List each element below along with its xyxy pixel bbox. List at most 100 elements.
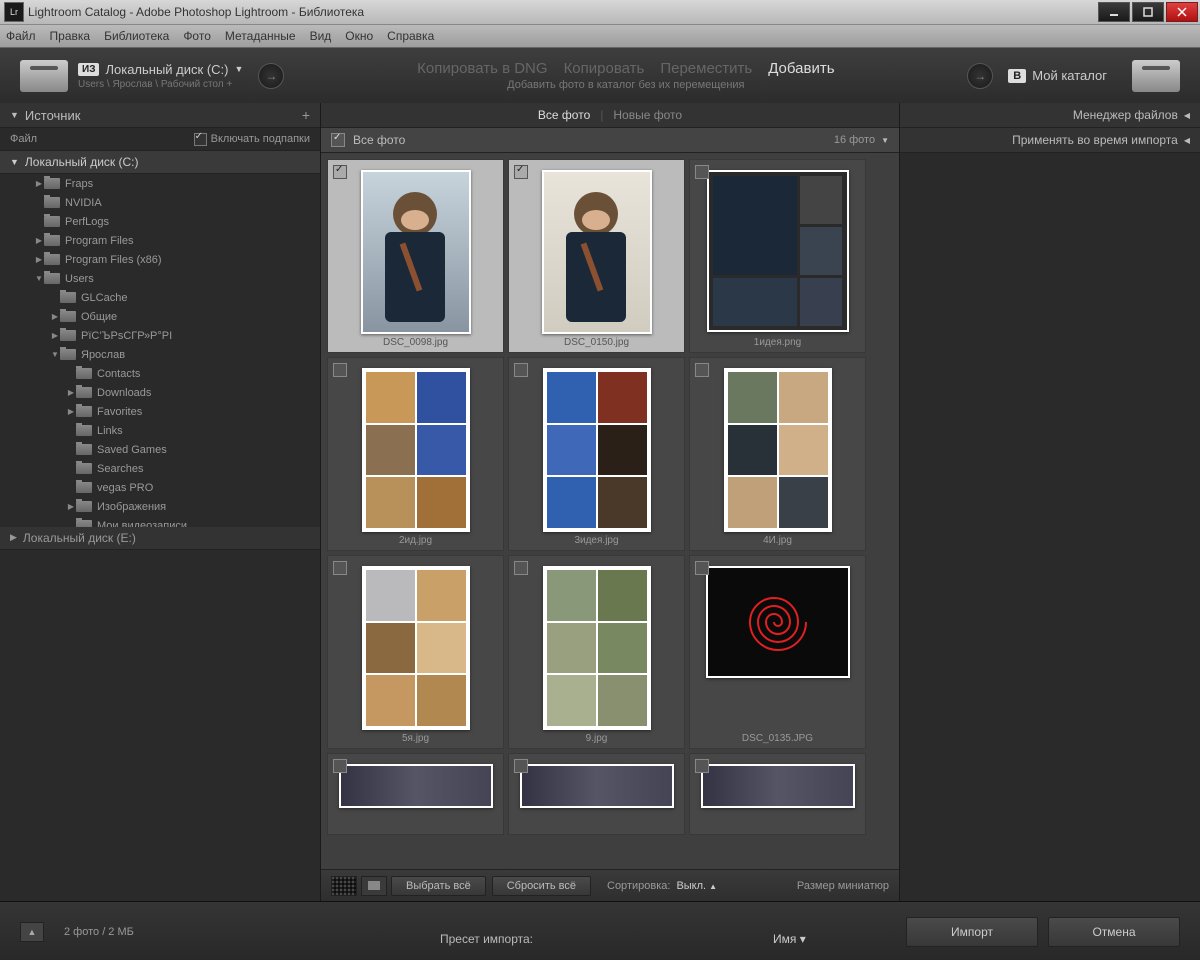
thumbnail-filename: 1идея.png — [690, 337, 865, 348]
folder-tree-item[interactable]: ▶Fraps — [0, 174, 320, 193]
status-text: 2 фото / 2 МБ — [64, 926, 134, 938]
thumbnail-size-label: Размер миниатюр — [797, 880, 889, 892]
folder-tree-item[interactable]: ▶Общие — [0, 307, 320, 326]
import-mode-option[interactable]: Добавить — [768, 60, 834, 77]
menu-item[interactable]: Окно — [345, 29, 373, 43]
folder-tree-item[interactable]: NVIDIA — [0, 193, 320, 212]
thumbnail-checkbox[interactable] — [514, 561, 528, 575]
thumbnail-cell[interactable]: DSC_0098.jpg — [327, 159, 504, 353]
grid-toolbar: Выбрать всё Сбросить всё Сортировка: Вык… — [321, 869, 899, 902]
grid-view-icon[interactable] — [331, 876, 357, 896]
thumbnail-cell[interactable]: 5я.jpg — [327, 555, 504, 749]
apply-during-import-header[interactable]: Применять во время импорта◀ — [900, 128, 1200, 153]
menu-item[interactable]: Вид — [310, 29, 332, 43]
loupe-view-icon[interactable] — [361, 876, 387, 896]
expand-button[interactable]: ▲ — [20, 922, 44, 942]
add-source-icon[interactable]: + — [302, 107, 310, 123]
destination-selector[interactable]: В Мой каталог — [1008, 68, 1107, 83]
thumbnail-filename: 3идея.jpg — [509, 535, 684, 546]
thumbnail-cell[interactable]: 3идея.jpg — [508, 357, 685, 551]
thumbnail-cell[interactable]: 2ид.jpg — [327, 357, 504, 551]
tab-all-photos[interactable]: Все фото — [538, 108, 590, 122]
import-mode-option[interactable]: Копировать в DNG — [417, 60, 547, 77]
source-drive-icon — [20, 60, 68, 92]
sort-label: Сортировка: — [607, 880, 670, 892]
import-button[interactable]: Импорт — [906, 917, 1038, 947]
footer: ▲ 2 фото / 2 МБ Пресет импорта: Имя ▾ Им… — [0, 901, 1200, 960]
menu-item[interactable]: Библиотека — [104, 29, 169, 43]
folder-tree-item[interactable]: Мои видеозаписи — [0, 516, 320, 527]
to-badge: В — [1008, 69, 1026, 83]
thumbnail-cell[interactable]: 4И.jpg — [689, 357, 866, 551]
include-subfolders-row[interactable]: Файл Включать подпапки — [0, 128, 320, 151]
folder-tree-item[interactable]: vegas PRO — [0, 478, 320, 497]
menu-item[interactable]: Файл — [6, 29, 36, 43]
menubar: Файл Правка Библиотека Фото Метаданные Вид Окн… — [0, 25, 1200, 48]
thumbnail-checkbox[interactable] — [514, 759, 528, 773]
folder-tree-item[interactable]: ▶Изображения — [0, 497, 320, 516]
minimize-button[interactable] — [1098, 2, 1130, 22]
thumbnail-checkbox[interactable] — [333, 165, 347, 179]
close-button[interactable] — [1166, 2, 1198, 22]
thumbnail-filename: DSC_0150.jpg — [509, 337, 684, 348]
thumbnail-checkbox[interactable] — [695, 165, 709, 179]
tab-new-photos[interactable]: Новые фото — [613, 108, 682, 122]
folder-tree-item[interactable]: ▶Favorites — [0, 402, 320, 421]
folder-tree-item[interactable]: ▼Users — [0, 269, 320, 288]
folder-tree-item[interactable]: ▶Program Files (x86) — [0, 250, 320, 269]
import-mode-option[interactable]: Копировать — [564, 60, 645, 77]
thumbnail-checkbox[interactable] — [695, 363, 709, 377]
import-modes[interactable]: Копировать в DNG Копировать Переместить Доб… — [299, 60, 952, 77]
thumbnail-checkbox[interactable] — [695, 561, 709, 575]
import-preset[interactable]: Пресет импорта: Имя ▾ — [440, 932, 806, 946]
folder-tree-item[interactable]: ▶Downloads — [0, 383, 320, 402]
thumbnail-cell[interactable] — [508, 753, 685, 835]
select-all-checkbox[interactable] — [331, 133, 345, 147]
folder-tree-item[interactable]: Links — [0, 421, 320, 440]
folder-tree-item[interactable]: GLCache — [0, 288, 320, 307]
select-all-button[interactable]: Выбрать всё — [391, 876, 486, 896]
thumbnail-cell[interactable]: DSC_0150.jpg — [508, 159, 685, 353]
folder-tree-item[interactable]: PerfLogs — [0, 212, 320, 231]
folder-tree-item[interactable]: ▶РїС’ЪРsСГР»Р°РІ — [0, 326, 320, 345]
folder-tree-item[interactable]: ▶Program Files — [0, 231, 320, 250]
source-selector[interactable]: ИЗ Локальный диск (C:) ▼ — [78, 62, 243, 77]
thumbnail-checkbox[interactable] — [514, 165, 528, 179]
folder-tree: ▶FrapsNVIDIAPerfLogs▶Program Files▶Progr… — [0, 174, 320, 527]
thumbnail-filename: 4И.jpg — [690, 535, 865, 546]
cancel-button[interactable]: Отмена — [1048, 917, 1180, 947]
menu-item[interactable]: Правка — [50, 29, 91, 43]
thumbnail-filename: DSC_0098.jpg — [328, 337, 503, 348]
photo-tabs: Все фото | Новые фото — [321, 103, 899, 128]
maximize-button[interactable] — [1132, 2, 1164, 22]
deselect-all-button[interactable]: Сбросить всё — [492, 876, 591, 896]
folder-tree-item[interactable]: Saved Games — [0, 440, 320, 459]
thumbnail-checkbox[interactable] — [333, 561, 347, 575]
disk-e-row[interactable]: ▶Локальный диск (E:) — [0, 527, 320, 550]
thumbnail-cell[interactable] — [689, 753, 866, 835]
menu-item[interactable]: Фото — [183, 29, 211, 43]
sort-dropdown[interactable]: Выкл. ▲ — [676, 880, 717, 892]
thumbnail-checkbox[interactable] — [333, 759, 347, 773]
thumbnail-cell[interactable]: 1идея.png — [689, 159, 866, 353]
thumbnail-cell[interactable]: DSC_0135.JPG — [689, 555, 866, 749]
thumbnail-checkbox[interactable] — [333, 363, 347, 377]
menu-item[interactable]: Справка — [387, 29, 434, 43]
grid-header: Все фото 16 фото ▼ — [321, 128, 899, 153]
disk-header[interactable]: ▼Локальный диск (C:) — [0, 151, 320, 174]
thumbnail-cell[interactable]: 9.jpg — [508, 555, 685, 749]
include-subfolders-checkbox[interactable] — [194, 133, 207, 146]
thumbnail-filename: 2ид.jpg — [328, 535, 503, 546]
folder-tree-item[interactable]: Contacts — [0, 364, 320, 383]
menu-item[interactable]: Метаданные — [225, 29, 296, 43]
thumbnail-checkbox[interactable] — [514, 363, 528, 377]
arrow-right-icon[interactable]: → — [258, 63, 284, 89]
source-panel-header[interactable]: ▼Источник+ — [0, 103, 320, 128]
thumbnail-checkbox[interactable] — [695, 759, 709, 773]
file-manager-header[interactable]: Менеджер файлов◀ — [900, 103, 1200, 128]
folder-tree-item[interactable]: ▼Ярослав — [0, 345, 320, 364]
folder-tree-item[interactable]: Searches — [0, 459, 320, 478]
thumbnail-cell[interactable] — [327, 753, 504, 835]
arrow-right-icon[interactable]: → — [967, 63, 993, 89]
import-mode-option[interactable]: Переместить — [660, 60, 752, 77]
